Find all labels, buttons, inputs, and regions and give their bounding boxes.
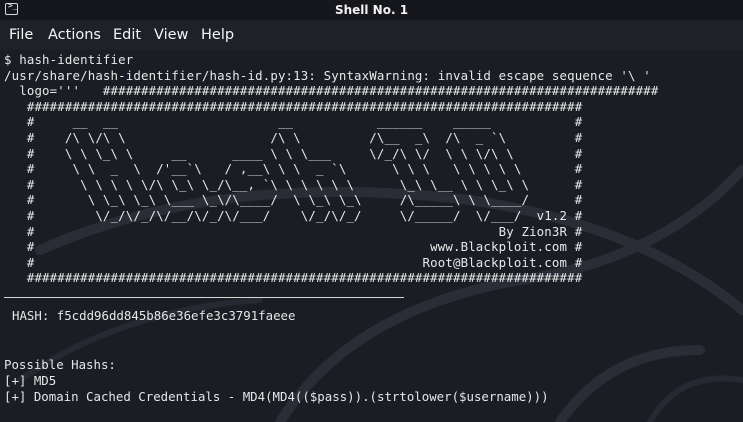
terminal-line: # By Zion3R # (4, 223, 583, 239)
hash-result: [+] MD5 (4, 373, 57, 388)
terminal-line: # /\ \/\ \ /\ \ /\__ _\ /\ _ `\ # (4, 129, 583, 145)
menu-file[interactable]: File (9, 27, 33, 43)
terminal-line: ########################################… (4, 270, 583, 286)
terminal-line: ########################################… (4, 98, 583, 114)
output-divider (4, 297, 404, 298)
terminal-line: # \/_/\/_/\/__/\/_/\/___/ \/_/\/_/ \/___… (4, 207, 583, 223)
terminal-line: logo=''' ###############################… (4, 83, 659, 99)
window-title: Shell No. 1 (334, 3, 409, 17)
terminal-output[interactable]: $ hash-identifier/usr/share/hash-identif… (0, 50, 743, 422)
terminal-line: # \ \_\ \_\ \___ \_\/\____/ \ \_\ \_\ /\… (4, 192, 583, 208)
terminal-line: # \ \ \_\ \ __ ____ \ \ \___ \/_/\ \/ \ … (4, 145, 583, 161)
possible-hashes-label: Possible Hashs: (4, 357, 116, 372)
hash-value: HASH: f5cdd96dd845b86e36efe3c3791faeee (12, 308, 296, 323)
menu-edit[interactable]: Edit (113, 27, 141, 43)
terminal-line: # __ __ __ ______ _____ # (4, 114, 583, 130)
menu-help[interactable]: Help (201, 27, 234, 43)
menu-bar: File Actions Edit View Help (0, 20, 743, 50)
terminal-line: /usr/share/hash-identifier/hash-id.py:13… (4, 67, 651, 83)
window-titlebar: >_ Shell No. 1 (0, 0, 743, 20)
terminal-line: # www.Blackploit.com # (4, 239, 583, 255)
terminal-line: # \ \ \ \ \/\ \_\ \_/\__, `\ \ \ \ \ \ \… (4, 176, 583, 192)
terminal-line: # \ \ _ \ /'__`\ / ,__\ \ \ _ `\ \ \ \ \… (4, 161, 583, 177)
terminal-line: $ hash-identifier (4, 52, 134, 67)
menu-actions[interactable]: Actions (48, 27, 101, 43)
menu-view[interactable]: View (154, 27, 188, 43)
terminal-line: # Root@Blackploit.com # (4, 254, 583, 270)
terminal-text: $ hash-identifier/usr/share/hash-identif… (4, 52, 658, 286)
hash-result: [+] Domain Cached Credentials - MD4(MD4(… (4, 389, 549, 404)
